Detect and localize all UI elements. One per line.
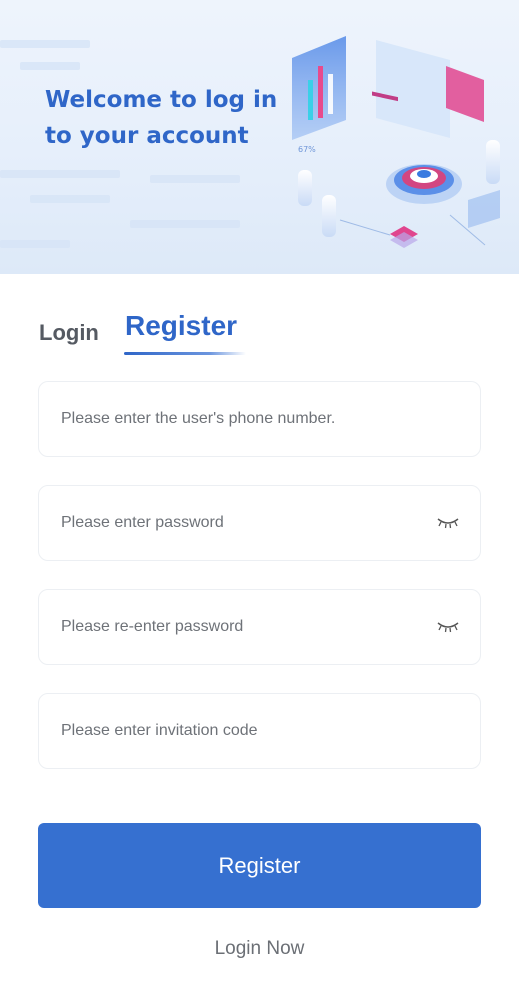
- hero-banner: Welcome to log in to your account 67%: [0, 0, 519, 274]
- hero-decor-stripe: [130, 220, 240, 228]
- hero-decor-stripe: [150, 175, 240, 183]
- confirm-password-input[interactable]: [61, 590, 421, 664]
- auth-tabs: Login Register: [0, 300, 519, 360]
- password-field: [38, 485, 481, 561]
- illustration-bar: [308, 80, 313, 120]
- chart-badge-text: 67%: [298, 145, 316, 154]
- welcome-heading: Welcome to log in to your account: [45, 87, 278, 149]
- invitation-code-field: [38, 693, 481, 769]
- eye-closed-icon[interactable]: [436, 514, 460, 530]
- illustration-bar: [318, 66, 323, 118]
- active-tab-indicator: [124, 352, 246, 355]
- eye-closed-icon[interactable]: [436, 618, 460, 634]
- register-button[interactable]: Register: [38, 823, 481, 908]
- login-now-link[interactable]: Login Now: [0, 938, 519, 960]
- hero-decor-stripe: [0, 40, 90, 48]
- hero-decor-stripe: [30, 195, 110, 203]
- hero-decor-stripe: [20, 62, 80, 70]
- confirm-password-field: [38, 589, 481, 665]
- phone-input[interactable]: [61, 382, 421, 456]
- phone-field: [38, 381, 481, 457]
- tab-login[interactable]: Login: [39, 320, 99, 346]
- password-input[interactable]: [61, 486, 421, 560]
- isometric-dashboard-illustration: 67%: [292, 36, 500, 248]
- hero-decor-stripe: [0, 170, 120, 178]
- hero-decor-stripe: [0, 240, 70, 248]
- invitation-code-input[interactable]: [61, 694, 421, 768]
- tab-register[interactable]: Register: [125, 310, 237, 342]
- illustration-bar: [328, 74, 333, 114]
